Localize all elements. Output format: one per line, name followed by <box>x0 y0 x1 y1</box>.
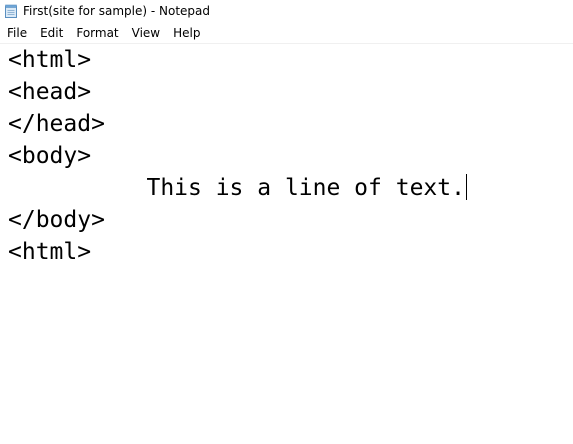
text-line-content: This is a line of text. <box>8 175 465 201</box>
window-title: First(site for sample) - Notepad <box>23 4 211 18</box>
menu-bar: File Edit Format View Help <box>0 22 573 44</box>
text-line-content: <head> <box>8 79 92 105</box>
text-line: </body> <box>8 204 105 236</box>
text-editor-area[interactable]: <html> <head> </head> <body> This is a l… <box>0 44 573 444</box>
menu-view[interactable]: View <box>125 26 166 40</box>
text-line-content: <html> <box>8 47 92 73</box>
menu-format[interactable]: Format <box>69 26 124 40</box>
text-caret <box>465 174 467 200</box>
menu-file[interactable]: File <box>0 26 33 40</box>
text-line: <html> <box>8 44 91 76</box>
menu-help[interactable]: Help <box>166 26 206 40</box>
menu-edit[interactable]: Edit <box>33 26 69 40</box>
text-line-content: </body> <box>8 207 105 233</box>
text-line: <body> <box>8 140 91 172</box>
notepad-icon <box>4 4 18 18</box>
text-line: This is a line of text. <box>8 172 467 204</box>
text-line: <head> <box>8 76 91 108</box>
text-line: </head> <box>8 108 105 140</box>
text-line-content: <html> <box>8 239 92 265</box>
title-bar[interactable]: First(site for sample) - Notepad <box>0 0 573 22</box>
text-line-content: </head> <box>8 111 105 137</box>
text-line-content: <body> <box>8 143 92 169</box>
text-line: <html> <box>8 236 91 268</box>
notepad-window: First(site for sample) - Notepad File Ed… <box>0 0 573 444</box>
